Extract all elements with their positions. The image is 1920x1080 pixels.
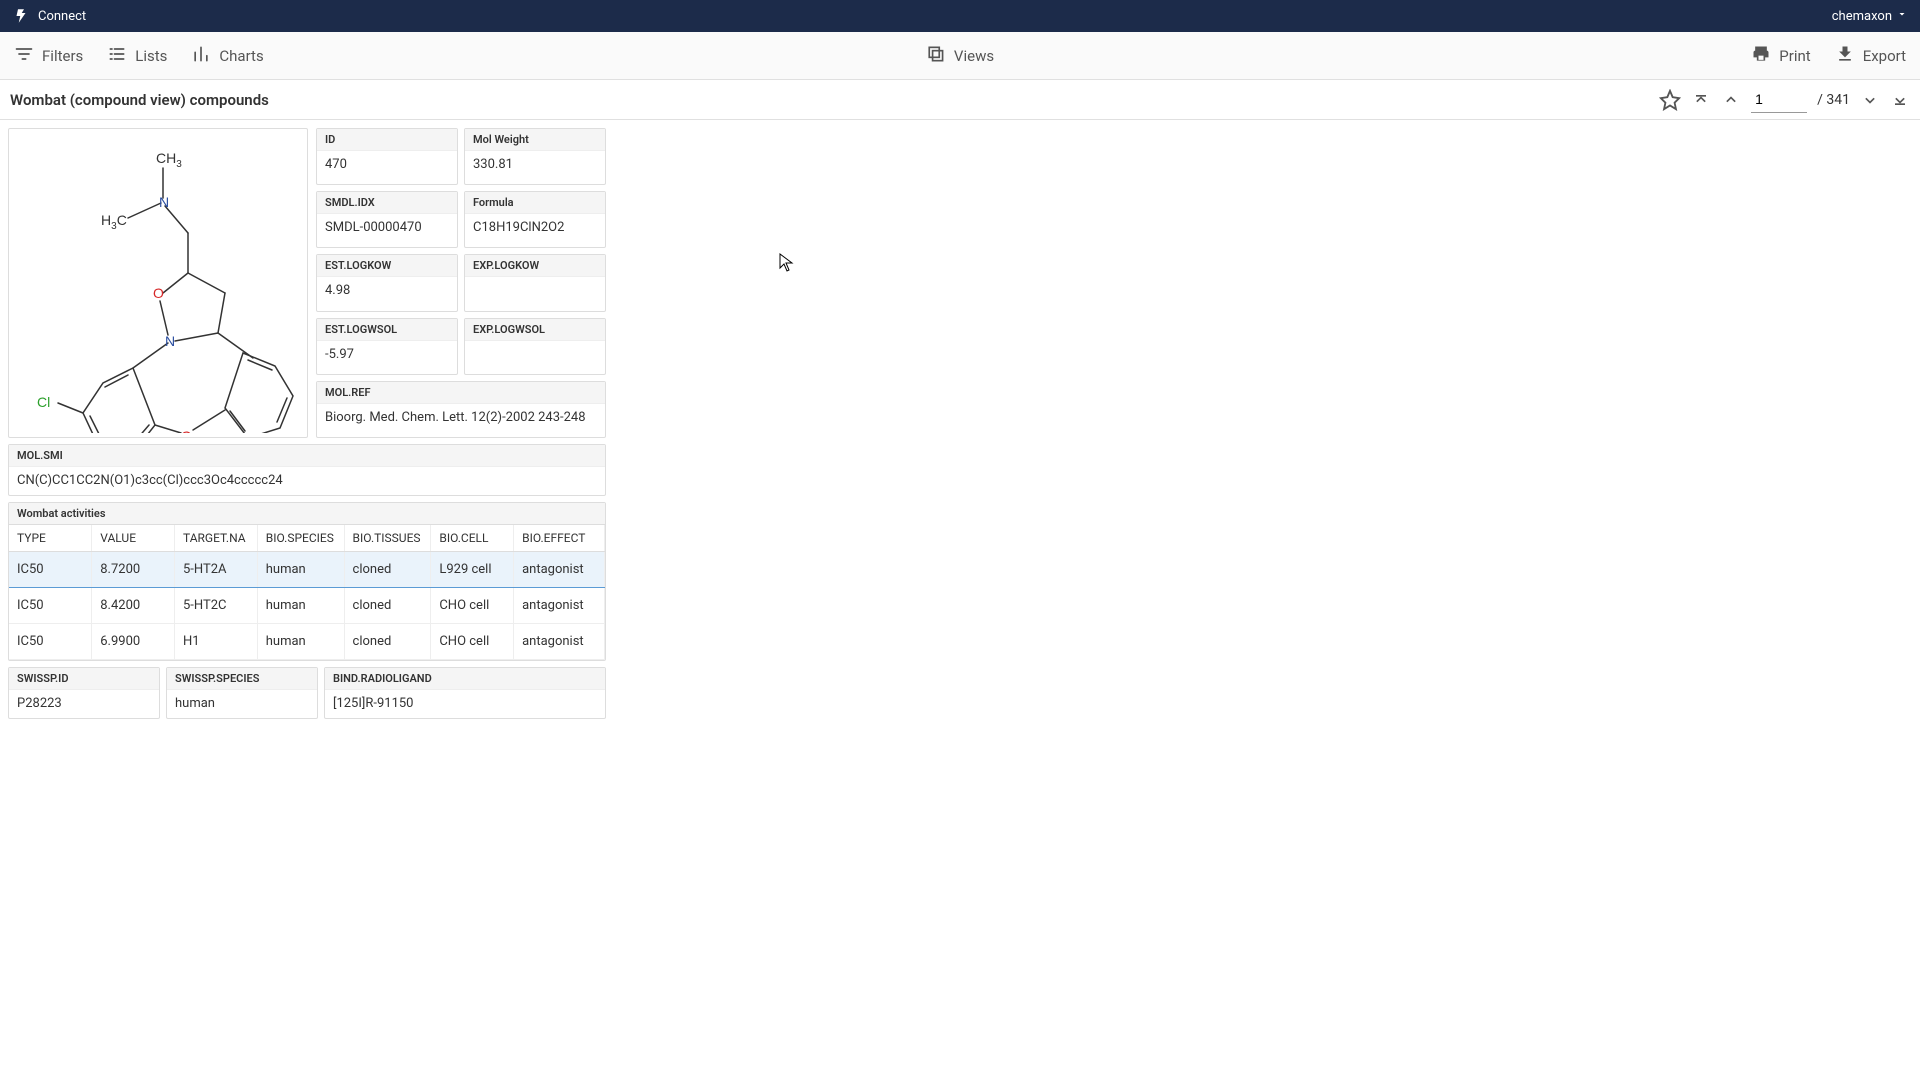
- filters-button[interactable]: Filters: [14, 44, 83, 68]
- field-swisspid[interactable]: SWISSP.ID P28223: [8, 667, 160, 719]
- svg-text:O: O: [153, 285, 164, 301]
- field-molweight[interactable]: Mol Weight 330.81: [464, 128, 606, 185]
- table-row[interactable]: IC508.72005-HT2AhumanclonedL929 cellanta…: [9, 552, 605, 588]
- activities-header-row: TYPE VALUE TARGET.NA BIO.SPECIES BIO.TIS…: [9, 525, 605, 552]
- activities-table: TYPE VALUE TARGET.NA BIO.SPECIES BIO.TIS…: [9, 525, 605, 660]
- svg-text:H3C: H3C: [101, 212, 127, 232]
- table-row[interactable]: IC508.42005-HT2ChumanclonedCHO cellantag…: [9, 588, 605, 624]
- molecule-drawing: CH3 H3C N O N O Cl: [13, 133, 303, 433]
- activities-box: Wombat activities TYPE VALUE TARGET.NA B…: [8, 502, 606, 661]
- prev-page-button[interactable]: [1721, 90, 1741, 110]
- page-total: / 341: [1817, 92, 1850, 108]
- charts-button[interactable]: Charts: [191, 44, 263, 68]
- chevron-down-icon: [1896, 8, 1908, 24]
- print-button[interactable]: Print: [1751, 44, 1810, 68]
- field-bindradioligand[interactable]: BIND.RADIOLIGAND [125I]R-91150: [324, 667, 606, 719]
- first-page-button[interactable]: [1691, 90, 1711, 110]
- next-page-button[interactable]: [1860, 90, 1880, 110]
- app-name: Connect: [38, 9, 86, 24]
- views-icon: [926, 44, 946, 68]
- download-icon: [1835, 44, 1855, 68]
- page-title: Wombat (compound view) compounds: [10, 91, 269, 109]
- field-estlogwsol[interactable]: EST.LOGWSOL -5.97: [316, 318, 458, 375]
- activities-title: Wombat activities: [9, 503, 605, 525]
- field-formula[interactable]: Formula C18H19ClN2O2: [464, 191, 606, 248]
- last-page-button[interactable]: [1890, 90, 1910, 110]
- views-button[interactable]: Views: [926, 44, 994, 68]
- field-estlogkow[interactable]: EST.LOGKOW 4.98: [316, 254, 458, 311]
- fields-grid: ID 470 Mol Weight 330.81 SMDL.IDX SMDL-0…: [316, 128, 606, 438]
- svg-text:N: N: [165, 333, 175, 349]
- svg-text:O: O: [181, 428, 192, 433]
- topbar: Connect chemaxon: [0, 0, 1920, 32]
- main-content: CH3 H3C N O N O Cl ID 470 Mol Weight 330…: [0, 120, 1920, 727]
- titlebar: Wombat (compound view) compounds / 341: [0, 80, 1920, 120]
- filter-icon: [14, 44, 34, 68]
- field-explogwsol[interactable]: EXP.LOGWSOL: [464, 318, 606, 375]
- field-swisspspecies[interactable]: SWISSP.SPECIES human: [166, 667, 318, 719]
- app-logo-icon: [12, 7, 30, 25]
- field-id[interactable]: ID 470: [316, 128, 458, 185]
- print-icon: [1751, 44, 1771, 68]
- field-molsmi[interactable]: MOL.SMI CN(C)CC1CC2N(O1)c3cc(Cl)ccc3Oc4c…: [8, 444, 606, 496]
- lists-button[interactable]: Lists: [107, 44, 167, 68]
- user-menu[interactable]: chemaxon: [1832, 8, 1908, 24]
- toolbar: Filters Lists Charts Views Pri: [0, 32, 1920, 80]
- list-icon: [107, 44, 127, 68]
- svg-text:Cl: Cl: [37, 394, 50, 410]
- svg-text:CH3: CH3: [156, 150, 182, 170]
- field-explogkow[interactable]: EXP.LOGKOW: [464, 254, 606, 311]
- favorite-button[interactable]: [1659, 89, 1681, 111]
- svg-text:N: N: [159, 194, 169, 210]
- export-button[interactable]: Export: [1835, 44, 1906, 68]
- table-row[interactable]: IC506.9900H1humanclonedCHO cellantagonis…: [9, 624, 605, 660]
- structure-box[interactable]: CH3 H3C N O N O Cl: [8, 128, 308, 438]
- user-name: chemaxon: [1832, 9, 1892, 24]
- page-input[interactable]: [1751, 87, 1807, 113]
- field-molref[interactable]: MOL.REF Bioorg. Med. Chem. Lett. 12(2)-2…: [316, 381, 606, 438]
- field-smdlidx[interactable]: SMDL.IDX SMDL-00000470: [316, 191, 458, 248]
- chart-icon: [191, 44, 211, 68]
